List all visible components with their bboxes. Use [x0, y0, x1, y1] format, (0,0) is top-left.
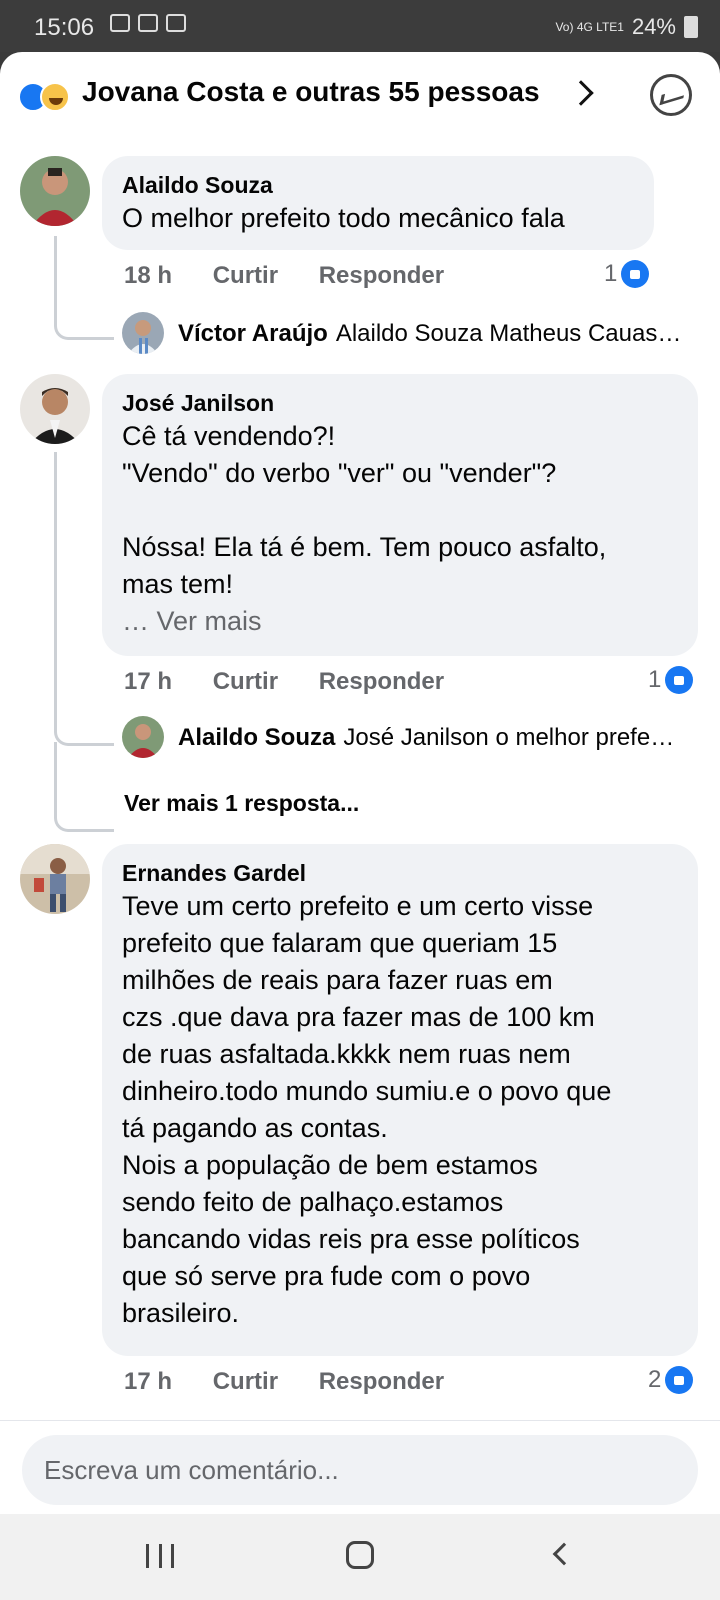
battery-percent: 24%: [631, 14, 676, 39]
like-count[interactable]: 1: [648, 666, 694, 694]
avatar[interactable]: [20, 374, 90, 444]
comment-actions: 17 h Curtir Responder: [124, 1368, 478, 1396]
comment-time: 17 h: [124, 1368, 173, 1395]
thread-line: [54, 742, 114, 832]
like-button[interactable]: Curtir: [213, 262, 278, 289]
recent-apps-icon[interactable]: [146, 1544, 174, 1568]
system-icons: Vo) 4G LTE1 24%: [555, 14, 698, 40]
like-icon: [665, 666, 694, 694]
reply-text: Alaildo Souza Matheus Cauas…: [335, 320, 682, 347]
comment-actions: 18 h Curtir Responder: [124, 262, 478, 290]
reply-avatar[interactable]: [122, 716, 164, 758]
gmail-icon: [138, 14, 158, 32]
thread-line: [54, 236, 114, 340]
comment-bubble: Ernandes Gardel Teve um certo prefeito e…: [102, 844, 698, 1356]
clock: 15:06: [34, 14, 95, 41]
home-icon[interactable]: [346, 1541, 374, 1569]
like-button[interactable]: Curtir: [213, 1368, 278, 1395]
like-count-number: 2: [648, 1366, 662, 1393]
like-count[interactable]: 2: [648, 1366, 694, 1394]
comment-author[interactable]: José Janilson: [122, 388, 678, 418]
comment-composer: Escreva um comentário...: [0, 1420, 720, 1514]
app-notification-icon: [166, 14, 186, 32]
view-more-replies-link[interactable]: Ver mais 1 resposta...: [124, 790, 359, 817]
like-count-number: 1: [604, 260, 618, 287]
reactions-header[interactable]: Jovana Costa e outras 55 pessoas: [0, 52, 720, 142]
comment-actions: 17 h Curtir Responder: [124, 668, 478, 696]
back-icon[interactable]: [552, 1542, 576, 1566]
notification-icons: [110, 14, 186, 32]
thread-line: [54, 452, 114, 746]
avatar[interactable]: [20, 156, 90, 226]
reply-preview[interactable]: Víctor Araújo Alaildo Souza Matheus Cauas…: [178, 320, 698, 348]
reply-text: José Janilson o melhor prefe…: [343, 724, 675, 751]
comment-text: O melhor prefeito todo mecânico fala: [122, 203, 565, 233]
chevron-right-icon[interactable]: [568, 80, 594, 106]
system-nav-bar: [0, 1514, 720, 1600]
status-bar: 15:06 Vo) 4G LTE1 24%: [0, 0, 720, 52]
avatar[interactable]: [20, 844, 90, 914]
reaction-icons: [18, 80, 78, 112]
like-count-number: 1: [648, 666, 662, 693]
comment-author[interactable]: Alaildo Souza: [122, 170, 634, 200]
network-type: Vo) 4G LTE1: [555, 20, 624, 34]
like-button[interactable]: Curtir: [213, 668, 278, 695]
comment-author[interactable]: Ernandes Gardel: [122, 858, 678, 888]
reply-author[interactable]: Alaildo Souza: [178, 724, 335, 751]
comment-text: Cê tá vendendo?! "Vendo" do verbo "ver" …: [122, 421, 607, 599]
reply-button[interactable]: Responder: [319, 1368, 444, 1395]
haha-reaction-icon: [40, 82, 70, 112]
comment-bubble: Alaildo Souza O melhor prefeito todo mec…: [102, 156, 654, 250]
comment-input[interactable]: Escreva um comentário...: [22, 1435, 698, 1505]
reply-author[interactable]: Víctor Araújo: [178, 320, 328, 347]
comment-bubble: José Janilson Cê tá vendendo?! "Vendo" d…: [102, 374, 698, 656]
messenger-icon[interactable]: [650, 74, 692, 116]
like-icon: [665, 1366, 694, 1394]
see-more-link[interactable]: … Ver mais: [122, 603, 678, 640]
like-icon: [621, 260, 650, 288]
reply-button[interactable]: Responder: [319, 262, 444, 289]
reactions-summary[interactable]: Jovana Costa e outras 55 pessoas: [82, 76, 540, 108]
reply-preview[interactable]: Alaildo Souza José Janilson o melhor pref…: [178, 724, 698, 752]
comment-text: Teve um certo prefeito e um certo visse …: [122, 891, 612, 1328]
battery-icon: [684, 16, 698, 38]
gallery-icon: [110, 14, 130, 32]
reply-avatar[interactable]: [122, 312, 164, 354]
like-count[interactable]: 1: [604, 260, 650, 288]
comment-time: 18 h: [124, 262, 173, 289]
reply-button[interactable]: Responder: [319, 668, 444, 695]
comments-sheet: Jovana Costa e outras 55 pessoas Alaildo…: [0, 52, 720, 1514]
comment-time: 17 h: [124, 668, 173, 695]
